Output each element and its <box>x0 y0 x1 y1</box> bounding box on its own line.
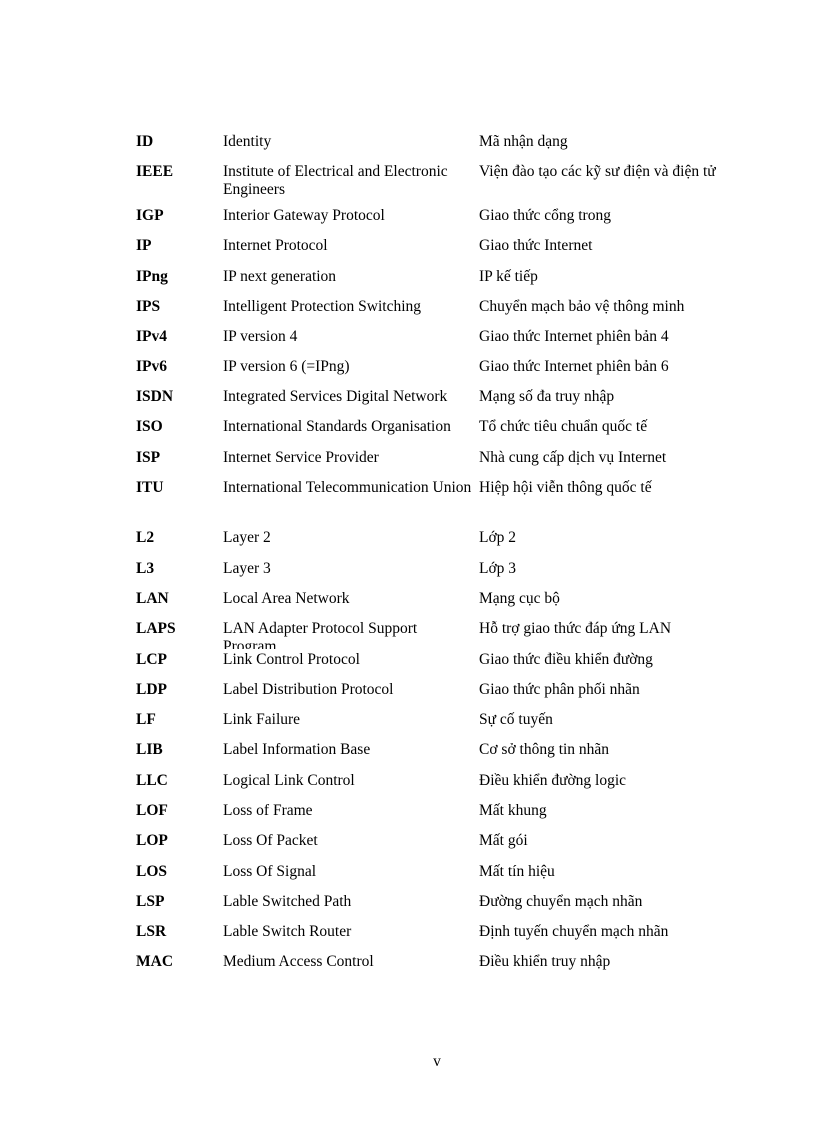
english-term: Internet Service Provider <box>223 449 379 466</box>
abbreviation: ISP <box>136 449 161 466</box>
abbreviation: LOF <box>136 802 168 819</box>
english-term: Label Distribution Protocol <box>223 681 394 698</box>
english-term: Link Failure <box>223 711 301 728</box>
english-term: Logical Link Control <box>223 772 355 789</box>
vietnamese-term: Giao thức Internet <box>479 237 593 254</box>
english-term: Local Area Network <box>223 590 350 607</box>
vietnamese-term: Giao thức Internet phiên bản 4 <box>479 328 669 345</box>
vietnamese-term: Mã nhận dạng <box>479 133 568 150</box>
abbreviation: LAPS <box>136 620 176 637</box>
vietnamese-term: Lớp 3 <box>479 560 517 577</box>
english-term: International Telecommunication Union <box>223 479 472 496</box>
english-term: International Standards Organisation <box>223 418 451 435</box>
vietnamese-term: Chuyển mạch bảo vệ thông minh <box>479 298 685 315</box>
abbreviation: LOP <box>136 832 168 849</box>
vietnamese-term: Mất gói <box>479 832 528 849</box>
abbreviation: LCP <box>136 651 167 668</box>
vietnamese-term: Giao thức phân phối nhãn <box>479 681 640 698</box>
vietnamese-term: Định tuyến chuyển mạch nhãn <box>479 923 669 940</box>
abbreviation: IPS <box>136 298 161 315</box>
abbreviation: L2 <box>136 529 155 546</box>
english-term: LAN Adapter Protocol Support Program <box>223 620 418 649</box>
abbreviation: ISDN <box>136 388 174 405</box>
abbreviation: ID <box>136 133 154 150</box>
english-term: Internet Protocol <box>223 237 328 254</box>
english-term: Loss Of Signal <box>223 863 316 880</box>
abbreviation: LSP <box>136 893 165 910</box>
vietnamese-term: Sự cố tuyến <box>479 711 553 728</box>
vietnamese-term: Mạng số đa truy nhập <box>479 388 615 405</box>
english-term: Loss of Frame <box>223 802 313 819</box>
abbreviation: ITU <box>136 479 164 496</box>
abbreviation: LOS <box>136 863 168 880</box>
vietnamese-term: Điều khiển truy nhập <box>479 953 611 970</box>
vietnamese-term: Mạng cục bộ <box>479 590 560 607</box>
vietnamese-term: Mất khung <box>479 802 547 819</box>
english-term: Lable Switch Router <box>223 923 352 940</box>
english-term: IP version 6 (=IPng) <box>223 358 350 375</box>
vietnamese-term: Nhà cung cấp dịch vụ Internet <box>479 449 667 466</box>
abbreviation: IPv6 <box>136 358 167 375</box>
vietnamese-term: IP kế tiếp <box>479 268 538 285</box>
abbreviation: LLC <box>136 772 168 789</box>
english-term: IP version 4 <box>223 328 298 345</box>
english-term: Interior Gateway Protocol <box>223 207 385 224</box>
vietnamese-term: Mất tín hiệu <box>479 863 555 880</box>
abbreviation: LAN <box>136 590 169 607</box>
abbreviation: IEEE <box>136 163 174 180</box>
vietnamese-term: Điều khiển đường logic <box>479 772 627 789</box>
vietnamese-term: Giao thức cổng trong <box>479 207 611 224</box>
abbreviation: L3 <box>136 560 155 577</box>
english-term: Label Information Base <box>223 741 371 758</box>
vietnamese-term: Viện đào tạo các kỹ sư điện và điện tử <box>479 163 716 180</box>
abbreviation: LIB <box>136 741 163 758</box>
abbreviation: IPv4 <box>136 328 167 345</box>
english-term: Layer 3 <box>223 560 271 577</box>
vietnamese-term: Đường chuyển mạch nhãn <box>479 893 643 910</box>
english-term: Medium Access Control <box>223 953 374 970</box>
abbreviation: LF <box>136 711 156 728</box>
page-number: v <box>433 1053 441 1070</box>
abbreviation: ISO <box>136 418 163 435</box>
vietnamese-term: Giao thức Internet phiên bản 6 <box>479 358 669 375</box>
vietnamese-term: Tổ chức tiêu chuẩn quốc tế <box>479 418 648 435</box>
abbreviation: IP <box>136 237 152 254</box>
english-term: IP next generation <box>223 268 337 285</box>
vietnamese-term: Hiệp hội viễn thông quốc tế <box>479 479 652 496</box>
abbreviation: IGP <box>136 207 164 224</box>
vietnamese-term: Lớp 2 <box>479 529 517 546</box>
vietnamese-term: Cơ sở thông tin nhãn <box>479 741 610 758</box>
abbreviation: LDP <box>136 681 167 698</box>
english-term: Loss Of Packet <box>223 832 318 849</box>
abbreviation: IPng <box>136 268 168 285</box>
english-term: Link Control Protocol <box>223 651 360 668</box>
english-term: Identity <box>223 133 272 150</box>
abbreviation: MAC <box>136 953 174 970</box>
vietnamese-term: Hỗ trợ giao thức đáp ứng LAN <box>479 620 672 637</box>
english-term: Integrated Services Digital Network <box>223 388 448 405</box>
english-term: Intelligent Protection Switching <box>223 298 422 315</box>
abbreviation: LSR <box>136 923 167 940</box>
english-term: Institute of Electrical and Electronic E… <box>223 163 448 198</box>
english-term: Lable Switched Path <box>223 893 352 910</box>
vietnamese-term: Giao thức điều khiển đường <box>479 651 653 668</box>
english-term: Layer 2 <box>223 529 271 546</box>
